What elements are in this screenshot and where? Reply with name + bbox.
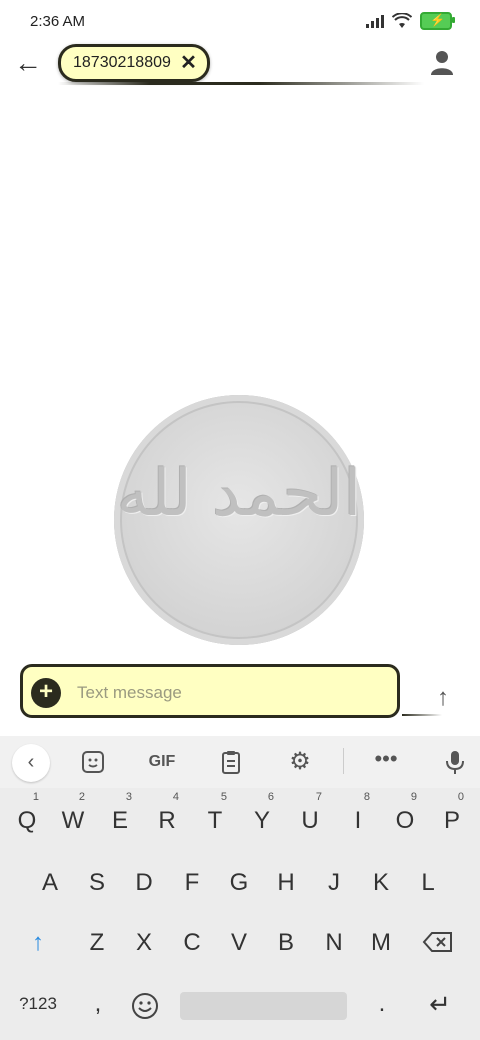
calligraphy-image: الحمد لله [116, 457, 362, 531]
wifi-icon [392, 13, 412, 28]
signal-icon [366, 14, 384, 28]
keyboard-toolbar: ‹ GIF ⚙ ••• [0, 736, 480, 788]
send-underline [402, 714, 442, 716]
person-icon[interactable] [430, 50, 454, 76]
toolbar-divider [343, 748, 344, 774]
microphone-icon[interactable] [442, 748, 468, 776]
recipient-chip[interactable]: 18730218809 ✕ [58, 44, 210, 82]
message-input[interactable] [75, 677, 379, 709]
key-row-4: ?123 , . ↵ [0, 984, 480, 1040]
key-m[interactable]: M [361, 918, 401, 968]
chevron-left-icon[interactable]: ‹ [12, 744, 50, 782]
status-icons: ⚡ [366, 12, 455, 30]
key-b[interactable]: B [266, 918, 306, 968]
key-t[interactable]: T5 [195, 791, 235, 846]
key-z[interactable]: Z [77, 918, 117, 968]
key-p[interactable]: P0 [432, 791, 472, 846]
conversation-header: ← 18730218809 ✕ [0, 42, 480, 92]
shift-icon[interactable]: ↑ [18, 918, 58, 968]
symbols-key[interactable]: ?123 [14, 984, 62, 1034]
key-s[interactable]: S [77, 858, 117, 908]
status-time: 2:36 AM [30, 13, 86, 30]
key-a[interactable]: A [30, 858, 70, 908]
recipient-number: 18730218809 [73, 54, 171, 71]
send-arrow-icon[interactable]: ↑ [428, 684, 458, 714]
key-i[interactable]: I8 [338, 791, 378, 846]
key-o[interactable]: O9 [385, 791, 425, 846]
backspace-icon[interactable] [422, 930, 454, 954]
key-e[interactable]: E3 [100, 791, 140, 846]
key-w[interactable]: W2 [53, 791, 93, 846]
key-l[interactable]: L [408, 858, 448, 908]
key-y[interactable]: Y6 [242, 791, 282, 846]
key-g[interactable]: G [219, 858, 259, 908]
compose-bar: + [20, 664, 400, 718]
recipient-field-underline [58, 82, 424, 85]
key-row-2: A S D F G H J K L [0, 858, 480, 914]
gear-icon[interactable]: ⚙ [286, 748, 314, 776]
clipboard-icon[interactable] [218, 748, 244, 776]
battery-icon: ⚡ [420, 12, 455, 30]
key-c[interactable]: C [172, 918, 212, 968]
enter-icon[interactable]: ↵ [420, 984, 460, 1034]
key-u[interactable]: U7 [290, 791, 330, 846]
status-bar: 2:36 AM ⚡ [0, 0, 480, 42]
key-k[interactable]: K [361, 858, 401, 908]
key-x[interactable]: X [124, 918, 164, 968]
key-row-3: ↑ Z X C V B N M [0, 918, 480, 974]
key-v[interactable]: V [219, 918, 259, 968]
key-r[interactable]: R4 [147, 791, 187, 846]
key-f[interactable]: F [172, 858, 212, 908]
sticker-icon[interactable] [80, 748, 106, 776]
key-n[interactable]: N [314, 918, 354, 968]
key-h[interactable]: H [266, 858, 306, 908]
wallpaper-medallion: الحمد لله [114, 395, 364, 645]
space-bar[interactable] [180, 992, 347, 1020]
close-icon[interactable]: ✕ [180, 50, 197, 75]
key-d[interactable]: D [124, 858, 164, 908]
key-row-1: Q1 W2 E3 R4 T5 Y6 U7 I8 O9 P0 [0, 791, 480, 852]
more-icon[interactable]: ••• [370, 748, 402, 776]
back-arrow-icon[interactable]: ← [12, 48, 44, 80]
key-q[interactable]: Q1 [7, 791, 47, 846]
comma-key[interactable]: , [78, 984, 118, 1034]
gif-button[interactable]: GIF [142, 748, 182, 776]
key-j[interactable]: J [314, 858, 354, 908]
emoji-icon[interactable] [131, 992, 159, 1020]
period-key[interactable]: . [362, 984, 402, 1034]
add-icon[interactable]: + [31, 678, 61, 708]
keyboard: ‹ GIF ⚙ ••• Q1 W2 E3 R4 T5 Y6 U7 I8 O9 P… [0, 736, 480, 1040]
